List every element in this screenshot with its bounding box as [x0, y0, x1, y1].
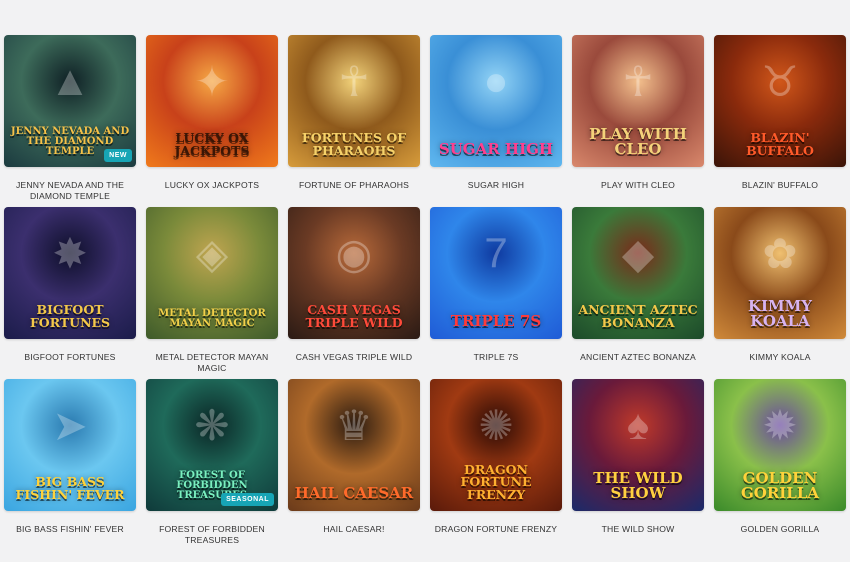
- game-logo-text: Ancient Aztec Bonanza: [578, 302, 698, 330]
- game-card[interactable]: ♠ The Wild Show THE WILD SHOW: [572, 379, 704, 551]
- bigfoot-icon: ✸: [52, 230, 88, 277]
- game-logo-text: Hail Caesar: [294, 484, 414, 502]
- game-title[interactable]: METAL DETECTOR MAYAN MAGIC: [146, 352, 278, 374]
- mayan-mask-icon: ◈: [195, 230, 229, 277]
- game-logo-text: Lucky Ox Jackpots: [174, 130, 250, 158]
- game-title[interactable]: GOLDEN GORILLA: [714, 524, 846, 535]
- game-card[interactable]: ✹ Golden Gorilla GOLDEN GORILLA: [714, 379, 846, 551]
- game-card[interactable]: ✺ Dragon Fortune Frenzy DRAGON FORTUNE FRE…: [430, 379, 562, 551]
- game-thumbnail[interactable]: ✸ Bigfoot Fortunes: [4, 207, 136, 339]
- game-title[interactable]: DRAGON FORTUNE FRENZY: [430, 524, 562, 535]
- game-title[interactable]: LUCKY OX JACKPOTS: [146, 180, 278, 191]
- game-card[interactable]: ♛ Hail Caesar HAIL CAESAR!: [288, 379, 420, 551]
- dragon-icon: ✺: [478, 402, 514, 449]
- game-logo-text: Dragon Fortune Frenzy: [460, 461, 532, 502]
- game-title[interactable]: BIG BASS FISHIN' FEVER: [4, 524, 136, 535]
- game-title[interactable]: KIMMY KOALA: [714, 352, 846, 363]
- game-thumbnail[interactable]: ✦ Lucky Ox Jackpots: [146, 35, 278, 167]
- chip-icon: ◉: [335, 230, 373, 277]
- game-thumbnail[interactable]: ✹ Golden Gorilla: [714, 379, 846, 511]
- game-thumbnail[interactable]: ▲ Jenny Nevada and the Diamond Temple NEW: [4, 35, 136, 167]
- candy-icon: ●: [483, 57, 509, 104]
- game-logo-text: Play with Cleo: [589, 125, 687, 158]
- game-logo-text: Metal Detector Mayan Magic: [158, 308, 266, 329]
- game-logo-text: The Wild Show: [593, 469, 683, 502]
- game-card[interactable]: ☥ Fortunes of Pharaohs FORTUNE OF PHARAOHS: [288, 35, 420, 207]
- game-title[interactable]: FOREST OF FORBIDDEN TREASURES: [146, 524, 278, 546]
- game-logo-text: Sugar High: [438, 140, 554, 158]
- game-thumbnail[interactable]: ◆ Ancient Aztec Bonanza: [572, 207, 704, 339]
- game-card[interactable]: ➤ Big Bass Fishin' Fever BIG BASS FISHIN' …: [4, 379, 136, 551]
- fish-icon: ➤: [52, 402, 88, 449]
- game-title[interactable]: ANCIENT AZTEC BONANZA: [572, 352, 704, 363]
- fairy-icon: ❋: [194, 402, 230, 449]
- game-card[interactable]: 7 Triple 7s TRIPLE 7S: [430, 207, 562, 379]
- game-thumbnail[interactable]: ◉ Cash Vegas Triple Wild: [288, 207, 420, 339]
- game-card[interactable]: ◈ Metal Detector Mayan Magic METAL DETECTO…: [146, 207, 278, 379]
- game-thumbnail[interactable]: ✿ Kimmy Koala: [714, 207, 846, 339]
- ox-icon: ✦: [194, 58, 230, 105]
- caesar-icon: ♛: [335, 402, 373, 449]
- game-thumbnail[interactable]: ● Sugar High: [430, 35, 562, 167]
- gorilla-icon: ✹: [762, 402, 798, 449]
- game-logo-text: Golden Gorilla: [740, 469, 820, 502]
- cleopatra-icon: ☥: [622, 58, 654, 105]
- game-thumbnail[interactable]: ➤ Big Bass Fishin' Fever: [4, 379, 136, 511]
- buffalo-icon: ♉: [761, 58, 799, 105]
- game-grid: ▲ Jenny Nevada and the Diamond Temple NEW J…: [4, 35, 846, 551]
- game-title[interactable]: HAIL CAESAR!: [288, 524, 420, 535]
- game-card[interactable]: ☥ Play with Cleo PLAY WITH CLEO: [572, 35, 704, 207]
- game-title[interactable]: THE WILD SHOW: [572, 524, 704, 535]
- game-logo-text: Kimmy Koala: [748, 297, 812, 330]
- game-thumbnail[interactable]: ◈ Metal Detector Mayan Magic: [146, 207, 278, 339]
- game-title[interactable]: BLAZIN' BUFFALO: [714, 180, 846, 191]
- pharaoh-icon: ☥: [338, 58, 370, 105]
- pyramid-icon: ▲: [49, 57, 91, 104]
- game-logo-text: Bigfoot Fortunes: [29, 302, 111, 330]
- game-logo-text: Triple 7s: [450, 312, 542, 330]
- game-card[interactable]: ✿ Kimmy Koala KIMMY KOALA: [714, 207, 846, 379]
- game-logo-text: Fortunes of Pharaohs: [301, 130, 407, 158]
- game-title[interactable]: JENNY NEVADA AND THE DIAMOND TEMPLE: [4, 180, 136, 202]
- game-logo-text: Big Bass Fishin' Fever: [15, 474, 125, 502]
- game-title[interactable]: SUGAR HIGH: [430, 180, 562, 191]
- seven-icon: 7: [484, 229, 508, 276]
- game-thumbnail[interactable]: ☥ Play with Cleo: [572, 35, 704, 167]
- game-thumbnail[interactable]: 7 Triple 7s: [430, 207, 562, 339]
- aztec-icon: ◆: [621, 230, 655, 277]
- game-title[interactable]: PLAY WITH CLEO: [572, 180, 704, 191]
- game-logo-text: Cash Vegas Triple Wild: [305, 302, 403, 330]
- game-thumbnail[interactable]: ❋ Forest of Forbidden Treasures SEASONAL: [146, 379, 278, 511]
- game-card[interactable]: ✸ Bigfoot Fortunes BIGFOOT FORTUNES: [4, 207, 136, 379]
- showgirl-icon: ♠: [626, 401, 650, 448]
- game-card[interactable]: ♉ Blazin' Buffalo BLAZIN' BUFFALO: [714, 35, 846, 207]
- game-card[interactable]: ◆ Ancient Aztec Bonanza ANCIENT AZTEC BONA…: [572, 207, 704, 379]
- game-thumbnail[interactable]: ♠ The Wild Show: [572, 379, 704, 511]
- game-thumbnail[interactable]: ☥ Fortunes of Pharaohs: [288, 35, 420, 167]
- game-title[interactable]: CASH VEGAS TRIPLE WILD: [288, 352, 420, 363]
- game-title[interactable]: FORTUNE OF PHARAOHS: [288, 180, 420, 191]
- game-title[interactable]: BIGFOOT FORTUNES: [4, 352, 136, 363]
- game-card[interactable]: ▲ Jenny Nevada and the Diamond Temple NEW J…: [4, 35, 136, 207]
- status-badge: NEW: [104, 149, 132, 162]
- game-thumbnail[interactable]: ♉ Blazin' Buffalo: [714, 35, 846, 167]
- status-badge: SEASONAL: [221, 493, 274, 506]
- game-logo-text: Blazin' Buffalo: [746, 130, 814, 158]
- game-thumbnail[interactable]: ♛ Hail Caesar: [288, 379, 420, 511]
- koala-icon: ✿: [762, 230, 798, 277]
- game-title[interactable]: TRIPLE 7S: [430, 352, 562, 363]
- game-thumbnail[interactable]: ✺ Dragon Fortune Frenzy: [430, 379, 562, 511]
- game-card[interactable]: ❋ Forest of Forbidden Treasures SEASONAL FO…: [146, 379, 278, 551]
- game-card[interactable]: ● Sugar High SUGAR HIGH: [430, 35, 562, 207]
- game-card[interactable]: ◉ Cash Vegas Triple Wild CASH VEGAS TRIPLE…: [288, 207, 420, 379]
- game-card[interactable]: ✦ Lucky Ox Jackpots LUCKY OX JACKPOTS: [146, 35, 278, 207]
